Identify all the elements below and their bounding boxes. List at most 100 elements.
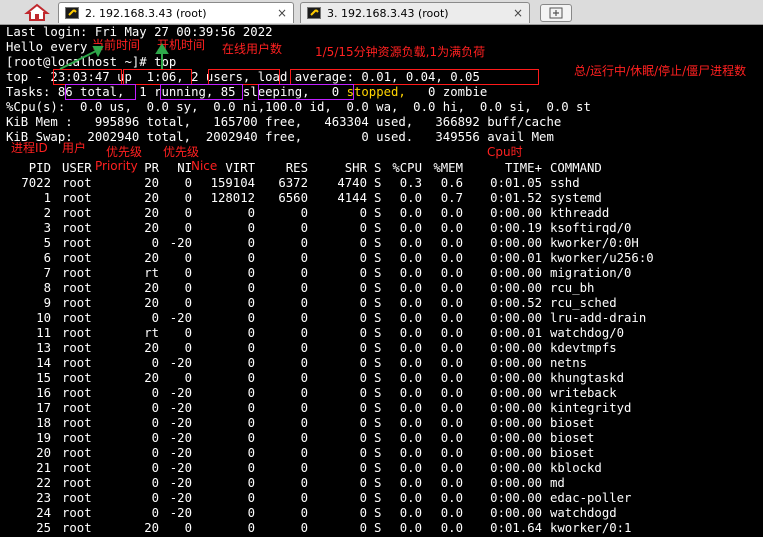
cell-time: 0:00.00 [490,341,542,355]
cell-priority: 20 [144,206,159,220]
cell-cpu: 0.3 [399,176,422,190]
table-row[interactable]: 21 root 0 -20 0 0 0 S 0.0 0.0 0:00.00 kblockd [0,461,763,476]
close-icon[interactable]: × [513,3,523,24]
table-row[interactable]: 23 root 0 -20 0 0 0 S 0.0 0.0 0:00.00 edac-poller [0,491,763,506]
cell-command: md [550,476,565,490]
cell-virt: 0 [247,356,255,370]
header-command: COMMAND [550,161,602,175]
cell-shr: 0 [359,416,367,430]
cell-state: S [374,371,382,385]
table-row[interactable]: 20 root 0 -20 0 0 0 S 0.0 0.0 0:00.00 bioset [0,446,763,461]
cell-res: 0 [300,371,308,385]
cell-cpu: 0.0 [399,521,422,535]
cell-shr: 0 [359,401,367,415]
cell-command: migration/0 [550,266,632,280]
cell-mem: 0.0 [440,296,463,310]
cell-user: root [62,251,92,265]
cell-cpu: 0.0 [399,476,422,490]
cell-mem: 0.0 [440,521,463,535]
table-row[interactable]: 2 root 20 0 0 0 0 S 0.0 0.0 0:00.00 kthreadd [0,206,763,221]
cell-state: S [374,326,382,340]
cell-pid: 8 [43,281,51,295]
cell-shr: 0 [359,206,367,220]
cell-shr: 0 [359,281,367,295]
home-button[interactable] [22,2,52,22]
cell-shr: 0 [359,266,367,280]
cell-state: S [374,461,382,475]
cell-pid: 13 [36,341,51,355]
cell-res: 0 [300,476,308,490]
table-row[interactable]: 15 root 20 0 0 0 0 S 0.0 0.0 0:00.00 khungtaskd [0,371,763,386]
cell-mem: 0.0 [440,491,463,505]
cell-state: S [374,491,382,505]
cell-priority: 20 [144,221,159,235]
cell-cpu: 0.0 [399,311,422,325]
cell-time: 0:01.05 [490,176,542,190]
table-row[interactable]: 8 root 20 0 0 0 0 S 0.0 0.0 0:00.00 rcu_bh [0,281,763,296]
cell-pid: 20 [36,446,51,460]
cell-res: 0 [300,386,308,400]
cell-time: 0:00.01 [490,326,542,340]
cell-virt: 0 [247,311,255,325]
cell-priority: 0 [151,236,159,250]
cell-user: root [62,221,92,235]
table-row[interactable]: 3 root 20 0 0 0 0 S 0.0 0.0 0:00.19 ksoftirqd/0 [0,221,763,236]
header-pr: PR [144,161,159,175]
cell-nice: -20 [169,476,192,490]
annotation-arrows [59,43,169,70]
cell-priority: 20 [144,521,159,535]
cell-priority: 0 [151,311,159,325]
tab-session-3[interactable]: 3. 192.168.3.43 (root) × [300,2,530,23]
table-row[interactable]: 16 root 0 -20 0 0 0 S 0.0 0.0 0:00.00 writeback [0,386,763,401]
tab-session-2[interactable]: 2. 192.168.3.43 (root) × [58,2,294,23]
cell-pid: 21 [36,461,51,475]
table-row[interactable]: 5 root 0 -20 0 0 0 S 0.0 0.0 0:00.00 kworker/0:0H [0,236,763,251]
table-row[interactable]: 7022 root 20 0 159104 6372 4740 S 0.3 0.6 0:01.05 s… [0,176,763,191]
cell-cpu: 0.0 [399,371,422,385]
cell-priority: 20 [144,281,159,295]
cell-nice: -20 [169,506,192,520]
cell-command: ksoftirqd/0 [550,221,632,235]
terminal[interactable]: Last login: Fri May 27 00:39:56 2022 Hel… [0,25,763,537]
cell-time: 0:00.00 [490,311,542,325]
cell-user: root [62,356,92,370]
close-icon[interactable]: × [277,3,287,24]
table-row[interactable]: 11 root rt 0 0 0 0 S 0.0 0.0 0:00.01 watchdog/0 [0,326,763,341]
table-row[interactable]: 7 root rt 0 0 0 0 S 0.0 0.0 0:00.00 migration/0 [0,266,763,281]
table-row[interactable]: 22 root 0 -20 0 0 0 S 0.0 0.0 0:00.00 md [0,476,763,491]
cell-pid: 10 [36,311,51,325]
new-tab-button[interactable] [540,4,572,22]
cell-mem: 0.0 [440,386,463,400]
table-row[interactable]: 14 root 0 -20 0 0 0 S 0.0 0.0 0:00.00 netns [0,356,763,371]
table-row[interactable]: 19 root 0 -20 0 0 0 S 0.0 0.0 0:00.00 bioset [0,431,763,446]
cell-command: bioset [550,416,595,430]
cell-state: S [374,401,382,415]
cell-pid: 14 [36,356,51,370]
table-row[interactable]: 1 root 20 0 128012 6560 4144 S 0.0 0.7 0:01.52 syst… [0,191,763,206]
cell-user: root [62,206,92,220]
table-row[interactable]: 10 root 0 -20 0 0 0 S 0.0 0.0 0:00.00 lru-add-drain [0,311,763,326]
cell-time: 0:00.00 [490,206,542,220]
cell-command: bioset [550,431,595,445]
table-row[interactable]: 13 root 20 0 0 0 0 S 0.0 0.0 0:00.00 kdevtmpfs [0,341,763,356]
cell-nice: 0 [184,281,192,295]
cell-res: 0 [300,521,308,535]
cell-user: root [62,401,92,415]
table-row[interactable]: 25 root 20 0 0 0 0 S 0.0 0.0 0:01.64 kworker/0:1 [0,521,763,536]
cell-priority: 0 [151,431,159,445]
cell-pid: 15 [36,371,51,385]
cell-user: root [62,416,92,430]
table-row[interactable]: 17 root 0 -20 0 0 0 S 0.0 0.0 0:00.00 kintegrityd [0,401,763,416]
cell-mem: 0.0 [440,326,463,340]
cell-time: 0:00.52 [490,296,542,310]
cell-cpu: 0.0 [399,251,422,265]
table-row[interactable]: 24 root 0 -20 0 0 0 S 0.0 0.0 0:00.00 watchdogd [0,506,763,521]
cell-pid: 17 [36,401,51,415]
table-row[interactable]: 6 root 20 0 0 0 0 S 0.0 0.0 0:00.01 kworker/u256:0 [0,251,763,266]
cell-pid: 6 [43,251,51,265]
cell-user: root [62,266,92,280]
cell-command: kworker/0:1 [550,521,632,535]
cell-cpu: 0.0 [399,386,422,400]
table-row[interactable]: 18 root 0 -20 0 0 0 S 0.0 0.0 0:00.00 bioset [0,416,763,431]
table-row[interactable]: 9 root 20 0 0 0 0 S 0.0 0.0 0:00.52 rcu_sched [0,296,763,311]
